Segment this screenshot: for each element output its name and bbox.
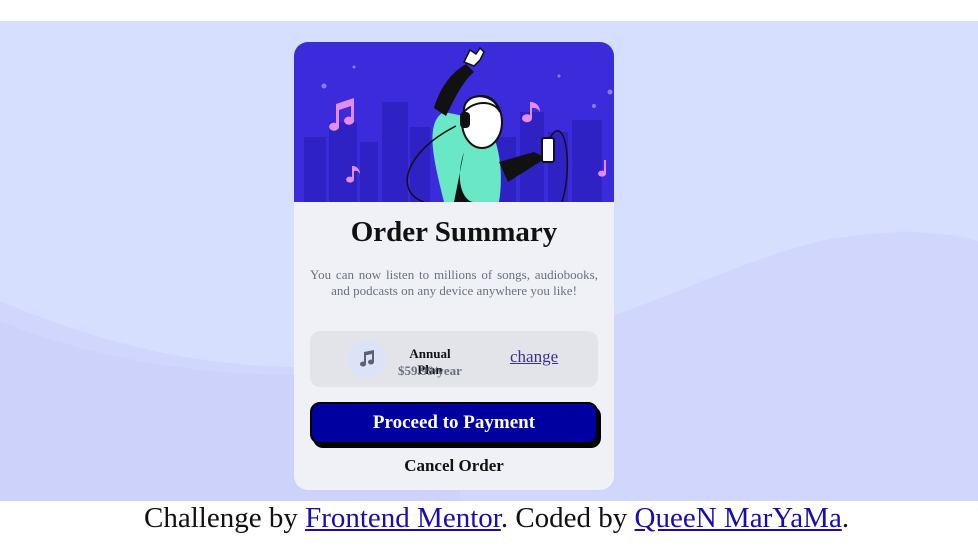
attribution-footer: Challenge by Frontend Mentor. Coded by Q…	[0, 502, 978, 538]
order-summary-card: Order Summary You can now listen to mill…	[294, 42, 614, 490]
card-description: You can now listen to millions of songs,…	[310, 267, 598, 298]
hero-illustration	[294, 42, 614, 202]
plan-price: $59.99/year	[398, 363, 462, 378]
proceed-to-payment-button[interactable]: Proceed to Payment	[310, 402, 598, 444]
author-link[interactable]: QueeN MarYaMa	[635, 502, 842, 534]
card-title: Order Summary	[350, 216, 558, 248]
footer-prefix: Challenge by	[144, 502, 306, 534]
footer-middle: . Coded by	[500, 502, 635, 534]
plan-box: Annual Plan $59.99/year change	[310, 331, 598, 387]
frontend-mentor-link[interactable]: Frontend Mentor	[305, 502, 501, 534]
music-note-icon	[348, 340, 386, 378]
cancel-order-button[interactable]: Cancel Order	[294, 456, 614, 476]
footer-suffix: .	[841, 502, 850, 534]
change-plan-link[interactable]: change	[510, 347, 558, 367]
